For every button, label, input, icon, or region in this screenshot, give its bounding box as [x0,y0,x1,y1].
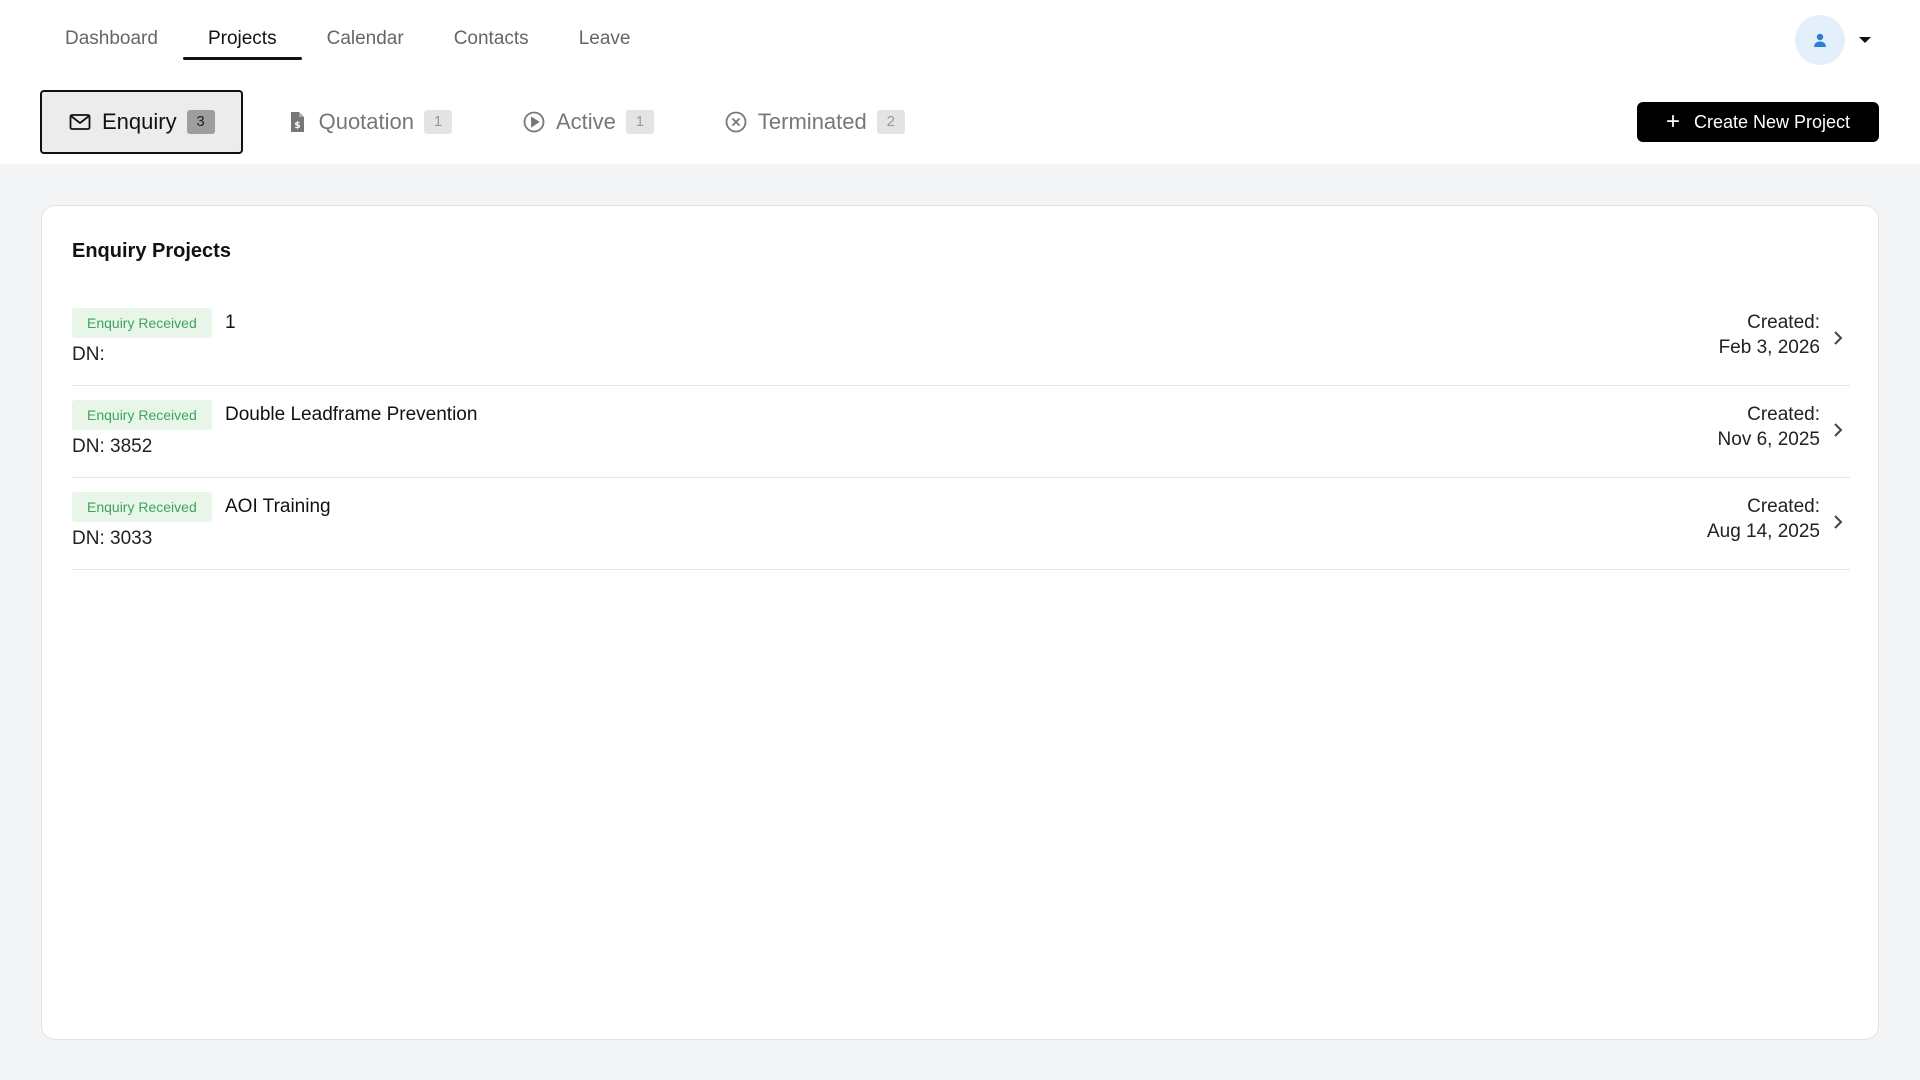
tab-active-label: Active [556,109,616,134]
tab-enquiry[interactable]: Enquiry 3 [40,90,243,154]
project-created: Created: Nov 6, 2025 [1718,402,1820,452]
chevron-right-icon [1834,515,1843,529]
tab-quotation-count: 1 [424,110,452,134]
tab-active[interactable]: Active 1 [494,90,682,154]
created-label: Created: [1747,312,1820,333]
created-label: Created: [1747,404,1820,425]
nav-item-calendar[interactable]: Calendar [302,18,429,60]
create-new-project-button[interactable]: + Create New Project [1637,102,1879,142]
main-nav: Dashboard Projects Calendar Contacts Lea… [40,18,655,60]
nav-item-contacts[interactable]: Contacts [429,18,554,60]
project-name: Double Leadframe Prevention [225,404,478,425]
play-circle-icon [522,110,546,134]
project-dn: DN: 3033 [72,528,153,549]
project-created: Created: Aug 14, 2025 [1707,494,1820,544]
enquiry-projects-card: Enquiry Projects Enquiry Received 1 DN: … [41,205,1879,1040]
project-row[interactable]: Enquiry Received 1 DN: Created: Feb 3, 2… [72,294,1850,386]
project-list: Enquiry Received 1 DN: Created: Feb 3, 2… [72,294,1850,570]
project-row[interactable]: Enquiry Received AOI Training DN: 3033 C… [72,478,1850,570]
status-badge: Enquiry Received [72,400,212,430]
caret-down-icon [1859,37,1871,43]
mail-icon [68,110,92,134]
account-menu-caret[interactable] [1855,30,1875,50]
tab-enquiry-count: 3 [186,110,215,134]
create-new-project-label: Create New Project [1693,111,1851,132]
created-date: Aug 14, 2025 [1706,521,1820,542]
chevron-right-icon [1834,423,1843,437]
project-row[interactable]: Enquiry Received Double Leadframe Preven… [72,386,1850,478]
project-dn: DN: 3852 [72,436,153,457]
tab-enquiry-label: Enquiry [102,109,177,134]
tab-active-count: 1 [625,110,654,134]
user-icon [1814,33,1826,47]
created-date: Feb 3, 2026 [1718,337,1820,358]
tab-quotation[interactable]: $ Quotation 1 [257,90,480,154]
project-dn: DN: [72,344,105,365]
tab-terminated[interactable]: Terminated 2 [696,90,933,154]
created-date: Nov 6, 2025 [1717,429,1820,450]
avatar[interactable] [1795,15,1845,65]
project-name: 1 [225,312,236,333]
created-label: Created: [1747,496,1820,517]
project-status-tabs: Enquiry 3 $ Quotation 1 Active 1 Termina… [40,90,947,154]
top-bar: Dashboard Projects Calendar Contacts Lea… [0,0,1920,164]
status-badge: Enquiry Received [72,308,212,338]
tab-quotation-label: Quotation [318,109,414,134]
plus-icon: + [1665,108,1680,135]
document-dollar-icon: $ [285,110,309,134]
nav-item-projects[interactable]: Projects [182,18,302,60]
tab-terminated-label: Terminated [757,109,867,134]
card-title: Enquiry Projects [72,240,231,262]
tab-terminated-count: 2 [876,110,905,134]
project-name: AOI Training [225,496,331,517]
svg-text:$: $ [294,121,300,131]
nav-item-leave[interactable]: Leave [554,18,656,60]
chevron-right-icon [1834,331,1843,345]
status-badge: Enquiry Received [72,492,212,522]
x-circle-icon [724,110,748,134]
project-created: Created: Feb 3, 2026 [1719,310,1820,360]
nav-item-dashboard[interactable]: Dashboard [40,18,183,60]
